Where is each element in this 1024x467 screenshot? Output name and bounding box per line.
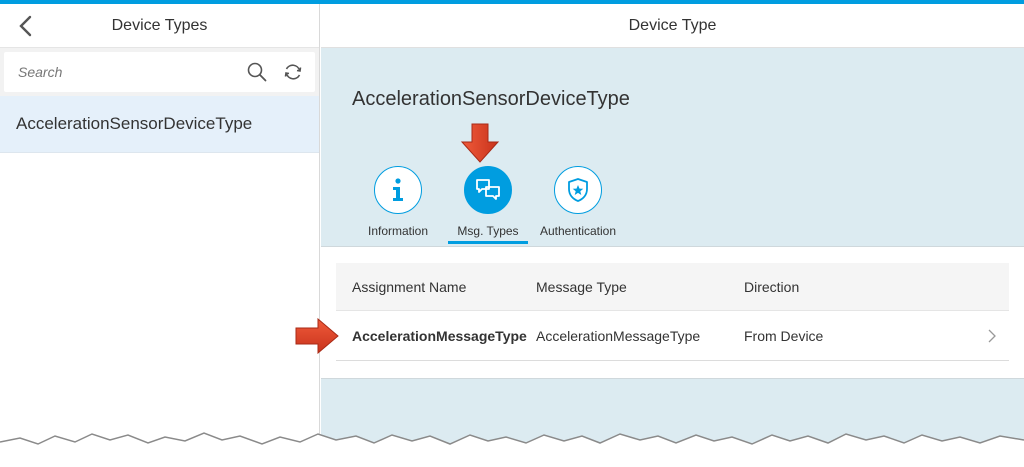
detail-header: Device Type (321, 4, 1024, 48)
torn-edge (0, 432, 1024, 467)
table-cell: From Device (744, 327, 824, 344)
table-cell: AccelerationMessageType (352, 327, 527, 344)
search-button[interactable] (243, 58, 271, 86)
tab-label: Information (367, 224, 429, 238)
page-title: Device Type (628, 16, 717, 34)
list-item[interactable]: AccelerationSensorDeviceType (0, 96, 319, 153)
tab-msg-types[interactable]: Msg. Types (448, 166, 528, 244)
table-row[interactable]: AccelerationMessageType AccelerationMess… (336, 311, 1009, 361)
annotation-arrow-right-icon (295, 318, 339, 354)
search-input[interactable] (18, 64, 235, 80)
detail-pane: Device Type AccelerationSensorDeviceType… (321, 4, 1024, 467)
app-frame: Device Types Search AccelerationSensorDe… (0, 0, 1024, 467)
tab-icon-circle (464, 166, 512, 214)
selected-tab-indicator (448, 241, 528, 244)
row-navigation[interactable] (974, 329, 1009, 343)
icon-tab-bar: Information Msg. Types Authentication (353, 166, 623, 244)
column-header: Assignment Name (352, 278, 467, 295)
master-header: Device Types (0, 4, 319, 48)
search-bar (0, 48, 319, 96)
badge-icon (568, 178, 588, 202)
tab-content: Assignment Name Message Type Direction A… (321, 246, 1024, 379)
tab-label: Authentication (539, 224, 617, 238)
message-types-table: Assignment Name Message Type Direction A… (336, 263, 1009, 361)
tab-label: Msg. Types (457, 224, 519, 238)
list-item-label: AccelerationSensorDeviceType (16, 114, 253, 133)
master-pane: Device Types Search AccelerationSensorDe… (0, 4, 320, 467)
tab-authentication[interactable]: Authentication (533, 166, 623, 244)
back-button[interactable] (12, 12, 38, 40)
refresh-icon (284, 64, 302, 80)
tab-icon-circle (554, 166, 602, 214)
chevron-left-icon (19, 15, 32, 37)
object-title: AccelerationSensorDeviceType (352, 88, 630, 110)
search-box (4, 52, 315, 92)
info-icon (393, 178, 403, 201)
tab-icon-circle (374, 166, 422, 214)
master-title: Device Types (111, 16, 208, 34)
table-cell: AccelerationMessageType (536, 327, 701, 344)
messages-icon (476, 179, 500, 200)
chevron-right-icon (988, 329, 996, 342)
table-header: Assignment Name Message Type Direction (336, 263, 1009, 311)
column-header: Message Type (536, 278, 627, 295)
annotation-arrow-down-icon (460, 123, 500, 163)
tab-information[interactable]: Information (353, 166, 443, 244)
object-header: AccelerationSensorDeviceType Information (321, 48, 1024, 246)
column-header: Direction (744, 278, 800, 295)
refresh-button[interactable] (279, 58, 307, 86)
search-icon (247, 62, 267, 82)
